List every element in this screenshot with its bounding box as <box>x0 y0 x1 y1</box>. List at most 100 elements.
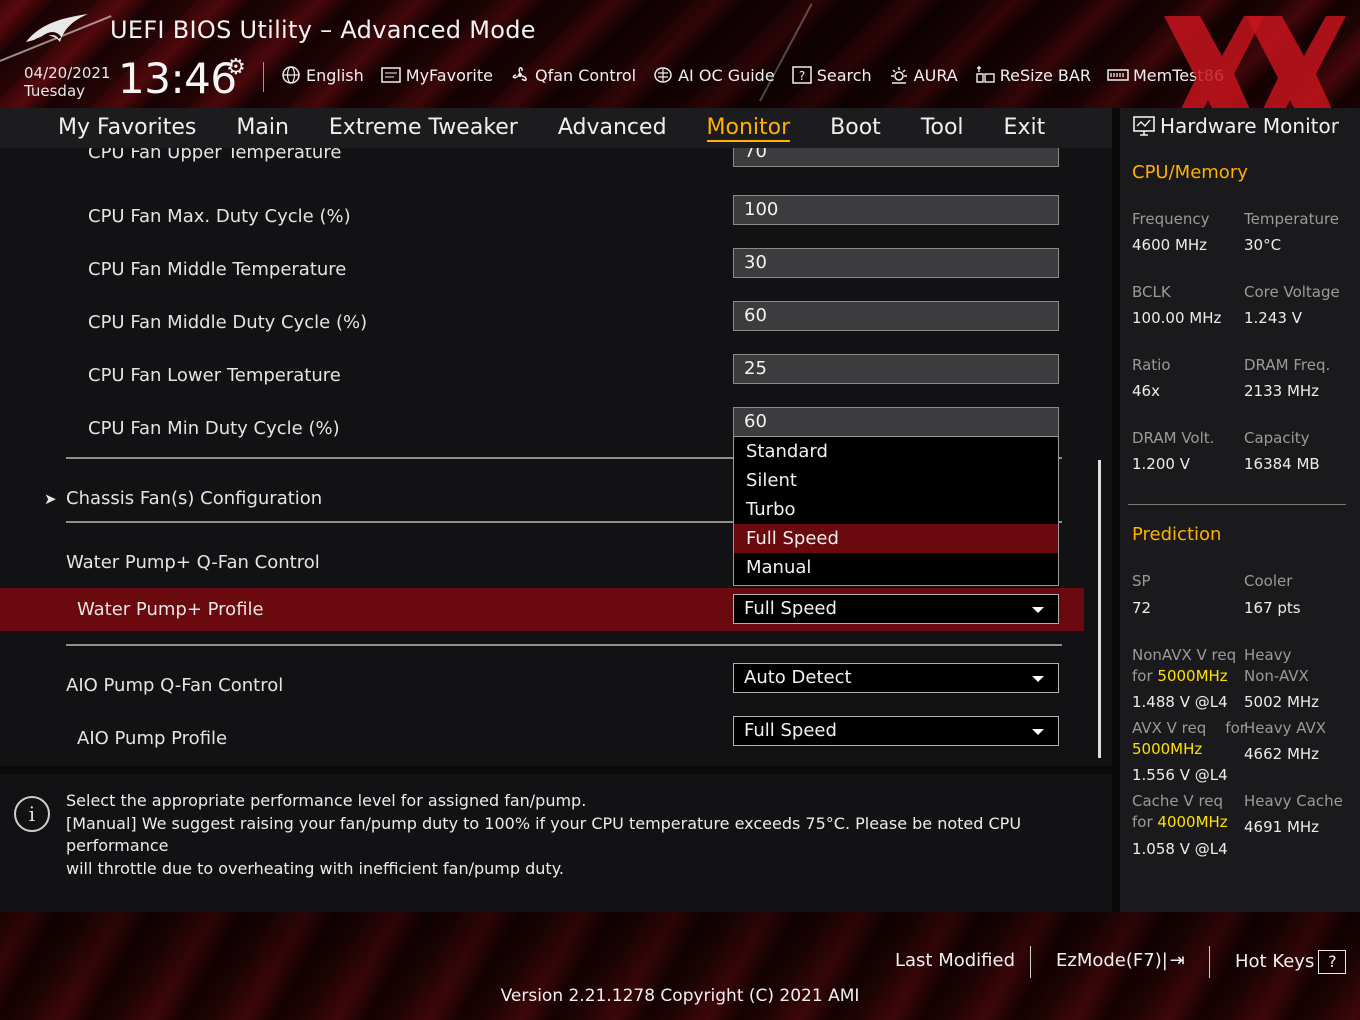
setting-label: CPU Fan Middle Temperature <box>88 259 347 280</box>
aura-button[interactable]: AURA <box>888 65 958 85</box>
dropdown-option-silent[interactable]: Silent <box>734 466 1058 495</box>
settings-panel: CPU Fan Upper Temperature 70 CPU Fan Max… <box>0 148 1112 766</box>
myfavorite-label: MyFavorite <box>405 65 493 85</box>
chevron-down-icon <box>1032 729 1044 735</box>
dropdown-option-full-speed[interactable]: Full Speed <box>734 524 1058 553</box>
wp-profile-select[interactable]: Full Speed <box>733 594 1059 624</box>
aio-control-select[interactable]: Auto Detect <box>733 663 1059 693</box>
for-label: for <box>1132 667 1153 685</box>
tab-boot[interactable]: Boot <box>830 108 881 148</box>
ezmode-button[interactable]: EzMode(F7)| ⇥ <box>1056 950 1185 971</box>
date-text: 04/20/2021 <box>24 64 111 82</box>
setting-row-max-duty[interactable]: CPU Fan Max. Duty Cycle (%) 100 <box>0 194 1090 238</box>
setting-row-middle-duty[interactable]: CPU Fan Middle Duty Cycle (%) 60 <box>0 300 1090 344</box>
cache-volt-value: 1.058 V @L4 <box>1132 840 1228 858</box>
setting-label: CPU Fan Lower Temperature <box>88 365 341 386</box>
dropdown-option-standard[interactable]: Standard <box>734 437 1058 466</box>
qfan-control-label: Qfan Control <box>535 65 637 85</box>
avx-freq-value: 5000MHz <box>1132 740 1203 758</box>
tab-advanced[interactable]: Advanced <box>558 108 667 148</box>
dram-volt-value: 1.200 V <box>1132 455 1190 473</box>
tab-monitor[interactable]: Monitor <box>706 108 790 148</box>
monitor-icon <box>1133 116 1155 136</box>
language-label: English <box>306 65 364 85</box>
heavy-nonavx-label-1: Heavy <box>1244 646 1292 664</box>
ratio-label: Ratio <box>1132 356 1171 374</box>
nonavx-freq-value: 5000MHz <box>1157 667 1228 685</box>
dropdown-option-turbo[interactable]: Turbo <box>734 495 1058 524</box>
max-duty-input[interactable]: 100 <box>733 195 1059 225</box>
profile-dropdown-list: Standard Silent Turbo Full Speed Manual <box>733 436 1059 586</box>
upper-temp-input[interactable]: 70 <box>733 148 1059 167</box>
tab-my-favorites[interactable]: My Favorites <box>58 108 196 148</box>
heavy-cache-label: Heavy Cache <box>1244 792 1343 810</box>
sp-value: 72 <box>1132 599 1152 617</box>
main-menu-bar: My Favorites Main Extreme Tweaker Advanc… <box>0 108 1112 148</box>
watermark-logo <box>1164 16 1346 108</box>
setting-row-upper-temp[interactable]: CPU Fan Upper Temperature 70 <box>0 148 1090 174</box>
ai-oc-icon <box>654 67 672 83</box>
tab-main[interactable]: Main <box>236 108 289 148</box>
setting-row-aio-profile[interactable]: AIO Pump Profile Full Speed <box>0 716 1090 760</box>
last-modified-button[interactable]: Last Modified <box>895 950 1015 971</box>
resize-bar-button[interactable]: ReSize BAR <box>974 65 1091 85</box>
middle-duty-input[interactable]: 60 <box>733 301 1059 331</box>
sp-label: SP <box>1132 572 1151 590</box>
setting-row-middle-temp[interactable]: CPU Fan Middle Temperature 30 <box>0 247 1090 291</box>
search-button[interactable]: ? Search <box>791 65 872 85</box>
min-duty-input[interactable]: 60 <box>733 407 1059 437</box>
info-icon: i <box>14 796 50 832</box>
aio-profile-select[interactable]: Full Speed <box>733 716 1059 746</box>
temperature-value: 30°C <box>1244 236 1282 254</box>
avx-volt-value: 1.556 V @L4 <box>1132 766 1228 784</box>
select-value: Auto Detect <box>744 667 852 688</box>
tab-tool[interactable]: Tool <box>921 108 964 148</box>
avx-req-label: AVX V req for <box>1132 719 1246 737</box>
cache-req-label: Cache V req <box>1132 792 1224 810</box>
dropdown-option-manual[interactable]: Manual <box>734 553 1058 582</box>
exit-arrow-icon: ⇥ <box>1169 950 1185 971</box>
myfavorite-button[interactable]: MyFavorite <box>380 65 493 85</box>
footer-bar: Last Modified EzMode(F7)| ⇥ Hot Keys? Ver… <box>0 912 1360 1020</box>
language-button[interactable]: English <box>280 65 364 85</box>
header-bar: UEFI BIOS Utility – Advanced Mode 04/20/… <box>0 0 1360 108</box>
ai-oc-guide-button[interactable]: AI OC Guide <box>652 65 775 85</box>
capacity-label: Capacity <box>1244 429 1310 447</box>
middle-temp-input[interactable]: 30 <box>733 248 1059 278</box>
lower-temp-input[interactable]: 25 <box>733 354 1059 384</box>
hot-keys-button[interactable]: Hot Keys? <box>1235 950 1347 974</box>
bclk-label: BCLK <box>1132 283 1171 301</box>
temperature-label: Temperature <box>1244 210 1340 228</box>
divider <box>1030 946 1031 978</box>
setting-label: CPU Fan Middle Duty Cycle (%) <box>88 312 368 333</box>
scrollbar[interactable] <box>1098 460 1101 758</box>
clock-settings-icon[interactable]: ⚙ <box>226 55 246 80</box>
tab-exit[interactable]: Exit <box>1004 108 1046 148</box>
setting-row-aio-control[interactable]: AIO Pump Q-Fan Control Auto Detect <box>0 663 1090 707</box>
setting-row-lower-temp[interactable]: CPU Fan Lower Temperature 25 <box>0 353 1090 397</box>
day-text: Tuesday <box>24 82 86 100</box>
hardware-monitor-title-text: Hardware Monitor <box>1160 114 1339 138</box>
setting-label: Water Pump+ Q-Fan Control <box>66 552 320 573</box>
setting-row-wp-profile[interactable]: Water Pump+ Profile Full Speed <box>0 587 1090 631</box>
heavy-avx-value: 4662 MHz <box>1244 745 1320 763</box>
favorite-icon <box>381 67 401 83</box>
help-text: Select the appropriate performance level… <box>66 790 1096 880</box>
tab-extreme-tweaker[interactable]: Extreme Tweaker <box>329 108 518 148</box>
aura-label: AURA <box>913 65 958 85</box>
nonavx-for-line: for 5000MHz <box>1132 666 1228 687</box>
setting-label: Water Pump+ Profile <box>77 599 264 620</box>
ezmode-label: EzMode(F7)| <box>1056 950 1168 971</box>
help-panel: i Select the appropriate performance lev… <box>0 774 1112 912</box>
qfan-control-button[interactable]: Qfan Control <box>509 65 636 85</box>
clock-display: 13:46 <box>118 54 237 103</box>
heavy-cache-value: 4691 MHz <box>1244 818 1320 836</box>
bclk-value: 100.00 MHz <box>1132 309 1222 327</box>
dram-freq-value: 2133 MHz <box>1244 382 1320 400</box>
section-title-prediction: Prediction <box>1132 524 1222 545</box>
cache-freq-value: 4000MHz <box>1157 813 1228 831</box>
app-title: UEFI BIOS Utility – Advanced Mode <box>110 16 536 44</box>
heavy-nonavx-value: 5002 MHz <box>1244 693 1320 711</box>
memtest-icon <box>1107 69 1129 81</box>
svg-text:?: ? <box>799 69 805 83</box>
